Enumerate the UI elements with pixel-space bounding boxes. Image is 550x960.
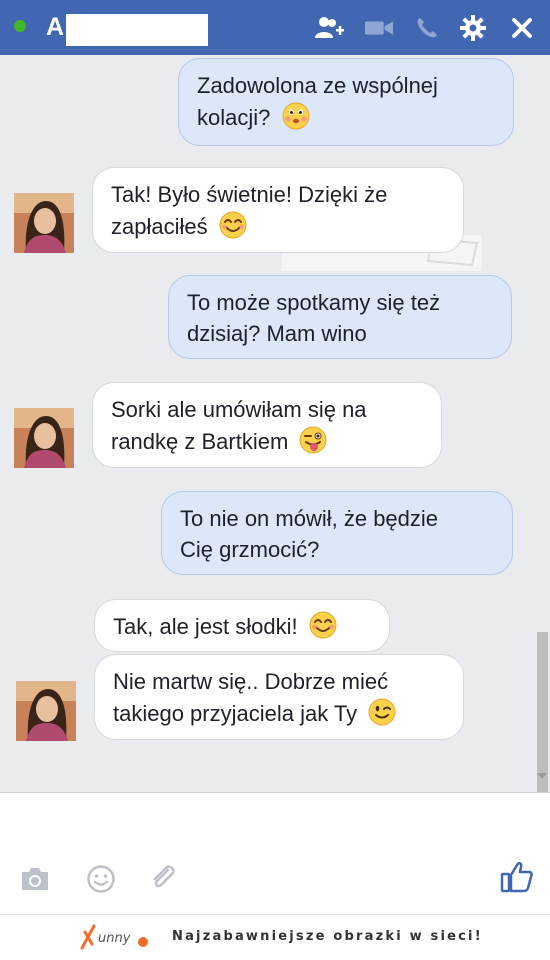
message-bubble-incoming: Nie martw się.. Dobrze mieć takiego przy…: [94, 654, 464, 740]
attachment-icon[interactable]: [146, 862, 180, 896]
message-bubble-outgoing: To nie on mówił, że będzie Cię grzmocić?: [161, 491, 513, 575]
message-bubble-outgoing: To może spotkamy się też dzisiaj? Mam wi…: [168, 275, 512, 359]
message-text: takiego przyjaciela jak Ty: [113, 701, 358, 726]
message-bubble-outgoing: Zadowolona ze wspólnej kolacji?: [178, 58, 514, 146]
contact-avatar[interactable]: [14, 408, 74, 468]
online-status-dot: [14, 20, 26, 32]
svg-text:unny: unny: [98, 931, 131, 946]
message-text: zapłaciłeś: [111, 214, 208, 239]
camera-icon[interactable]: [18, 862, 52, 896]
message-bubble-incoming: Tak! Było świetnie! Dzięki że zapłaciłeś: [92, 167, 464, 253]
chat-header: A: [0, 0, 550, 55]
message-text: Zadowolona ze wspólnej: [197, 73, 438, 98]
message-text: Tak, ale jest słodki!: [113, 614, 298, 639]
phone-icon[interactable]: [412, 14, 442, 42]
message-text: To może spotkamy się też: [187, 290, 441, 315]
contact-avatar[interactable]: [16, 681, 76, 741]
scroll-down-arrow[interactable]: [537, 773, 547, 779]
message-bubble-incoming: Sorki ale umówiłam się na randkę z Bartk…: [92, 382, 442, 468]
message-text: kolacji?: [197, 105, 271, 130]
message-text: randkę z Bartkiem: [111, 429, 289, 454]
message-text: dzisiaj? Mam wino: [187, 321, 367, 346]
wink-face-emoji-icon: [368, 698, 396, 726]
site-logo[interactable]: unny: [80, 918, 152, 954]
like-icon[interactable]: [500, 860, 534, 894]
smiling-face-emoji-icon: [219, 211, 247, 239]
message-text: Sorki ale umówiłam się na: [111, 397, 367, 422]
scrollbar-thumb[interactable]: [537, 632, 548, 792]
name-redaction: [66, 14, 208, 46]
message-text: Nie martw się.. Dobrze mieć: [113, 669, 389, 694]
message-bubble-incoming: Tak, ale jest słodki!: [94, 599, 390, 652]
add-friend-icon[interactable]: [315, 14, 345, 42]
conversation-area[interactable]: Zadowolona ze wspólnej kolacji? Tak! Był…: [0, 55, 550, 792]
footer-tagline: Najzabawniejsze obrazki w sieci!: [172, 929, 483, 944]
close-icon[interactable]: [507, 14, 537, 42]
video-call-icon[interactable]: [364, 14, 394, 42]
contact-avatar[interactable]: [14, 193, 74, 253]
kiss-face-emoji-icon: [282, 102, 309, 130]
smiling-face-emoji-icon: [309, 611, 337, 639]
gear-icon[interactable]: [458, 14, 488, 42]
message-composer[interactable]: [0, 792, 550, 915]
contact-name[interactable]: A: [46, 12, 64, 42]
message-text: Cię grzmocić?: [180, 537, 320, 562]
message-text: To nie on mówił, że będzie: [180, 506, 439, 531]
emoji-icon[interactable]: [84, 862, 118, 896]
message-text: Tak! Było świetnie! Dzięki że: [111, 182, 388, 207]
tongue-wink-emoji-icon: [299, 426, 327, 454]
